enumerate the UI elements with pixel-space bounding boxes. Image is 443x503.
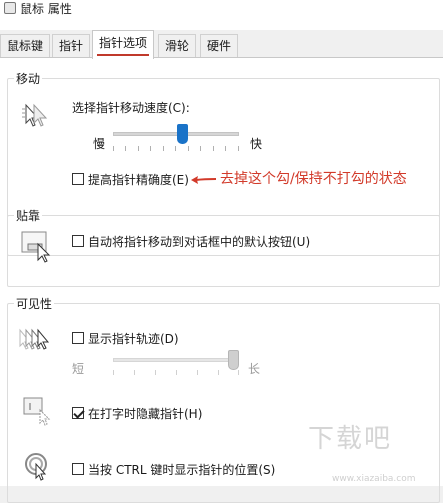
active-tab-underline — [97, 54, 150, 56]
title-bar: 鼠标 属性 — [0, 0, 443, 30]
precision-checkbox[interactable] — [72, 173, 84, 185]
arrow-left-icon — [191, 176, 217, 184]
trails-checkbox[interactable] — [72, 332, 84, 344]
motion-legend: 移动 — [14, 70, 43, 87]
window-title: 鼠标 属性 — [20, 2, 72, 16]
snap-group: 贴靠 自动将指针移动到对话框中的默认按钮(U) — [7, 207, 440, 287]
visibility-group: 可见性 显示指针轨迹(D) 短 长 在打字时隐藏指针(H) 当按 CTRL 键时… — [7, 295, 440, 503]
snap-label[interactable]: 自动将指针移动到对话框中的默认按钮(U) — [88, 233, 310, 250]
tab-buttons[interactable]: 鼠标键 — [0, 34, 51, 58]
tab-hardware[interactable]: 硬件 — [200, 34, 239, 58]
snap-legend: 贴靠 — [14, 207, 43, 224]
short-label: 短 — [72, 362, 85, 376]
snap-to-icon — [21, 231, 51, 263]
tab-pointers[interactable]: 指针 — [52, 34, 91, 58]
hide-while-typing-icon — [23, 397, 51, 426]
tab-strip: 鼠标键 指针 指针选项 滑轮 硬件 — [0, 30, 443, 59]
fast-label: 快 — [250, 137, 263, 151]
snap-checkbox[interactable] — [72, 235, 84, 247]
hide-typing-checkbox[interactable] — [72, 407, 84, 419]
speed-slider-ticks — [113, 146, 239, 152]
pointer-speed-icon — [22, 103, 48, 127]
annotation-text: 去掉这个勾/保持不打勾的状态 — [220, 171, 407, 187]
long-label: 长 — [248, 362, 261, 376]
hide-typing-label[interactable]: 在打字时隐藏指针(H) — [88, 405, 202, 422]
ctrl-show-checkbox[interactable] — [72, 463, 84, 475]
watermark-logo: 下载吧 — [308, 424, 393, 454]
slow-label: 慢 — [93, 137, 106, 151]
precision-label[interactable]: 提高指针精确度(E) — [88, 171, 189, 188]
trails-slider-ticks — [113, 370, 239, 376]
watermark-url: www.xiazaiba.com — [332, 474, 416, 484]
tab-panel: 移动 选择指针移动速度(C): 慢 快 提高指针精确度(E) 去掉这个勾/保持不… — [0, 57, 443, 503]
pointer-trails-icon — [19, 328, 50, 350]
speed-slider-thumb[interactable] — [176, 124, 188, 144]
trails-slider-thumb[interactable] — [228, 350, 239, 370]
ctrl-show-label[interactable]: 当按 CTRL 键时显示指针的位置(S) — [88, 461, 275, 478]
trails-label[interactable]: 显示指针轨迹(D) — [88, 330, 179, 347]
mouse-app-icon — [4, 2, 16, 14]
speed-label: 选择指针移动速度(C): — [72, 101, 190, 115]
visibility-legend: 可见性 — [14, 295, 55, 312]
show-location-icon — [25, 453, 47, 481]
tab-wheel[interactable]: 滑轮 — [158, 34, 197, 58]
tab-pointer-options[interactable]: 指针选项 — [92, 30, 155, 59]
trails-slider-track[interactable] — [113, 358, 239, 362]
